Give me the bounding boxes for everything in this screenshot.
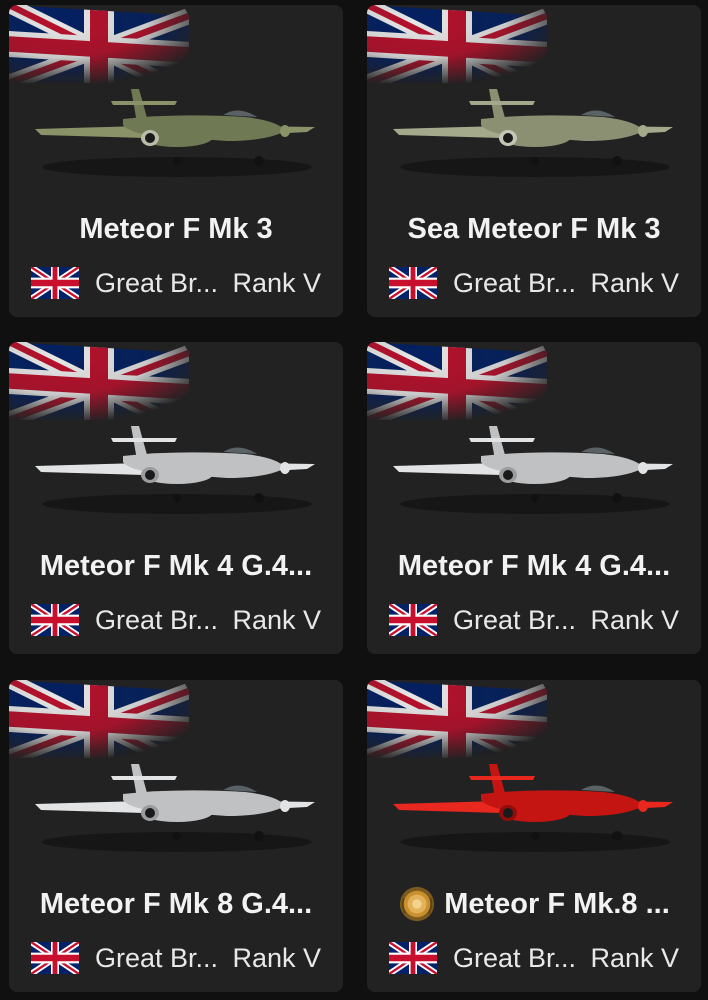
country-label: Great Br... [95, 604, 219, 635]
vehicle-title: Meteor F Mk 4 G.4... [9, 544, 343, 588]
country-banner-flag [9, 342, 189, 420]
rank-label: Rank V [590, 267, 679, 298]
vehicle-meta: Great Br... Rank V [389, 260, 679, 306]
vehicle-name: Meteor F Mk 4 G.4... [397, 549, 671, 582]
union-jack-icon [389, 267, 437, 299]
rank-label: Rank V [232, 267, 321, 298]
aircraft-image [393, 89, 673, 177]
union-jack-icon [389, 604, 437, 636]
country-label: Great Br... [453, 942, 577, 973]
vehicle-title: Meteor F Mk 3 [9, 207, 343, 251]
union-jack-icon [31, 604, 79, 636]
vehicle-card[interactable]: Meteor F Mk 8 G.4... Great Br... Rank V [9, 680, 343, 992]
rank-label: Rank V [232, 942, 321, 973]
country-banner-flag [9, 5, 189, 83]
union-jack-icon [31, 267, 79, 299]
rank-label: Rank V [232, 604, 321, 635]
vehicle-card[interactable]: Meteor F Mk 3 Great Br... Rank V [9, 5, 343, 317]
aircraft-image [35, 426, 315, 514]
vehicle-name: Sea Meteor F Mk 3 [407, 212, 661, 245]
country-banner-flag [367, 680, 547, 758]
vehicle-meta: Great Br... Rank V [389, 935, 679, 981]
vehicle-card[interactable]: Meteor F Mk.8 ... Great Br... Rank V [367, 680, 701, 992]
vehicle-grid: Meteor F Mk 3 Great Br... Rank V Sea Met… [0, 0, 708, 1000]
vehicle-title: Meteor F Mk.8 ... [367, 882, 701, 926]
country-label: Great Br... [95, 942, 219, 973]
union-jack-icon [389, 942, 437, 974]
union-jack-icon [31, 942, 79, 974]
vehicle-card[interactable]: Meteor F Mk 4 G.4... Great Br... Rank V [9, 342, 343, 654]
vehicle-name: Meteor F Mk 4 G.4... [39, 549, 313, 582]
country-banner-flag [9, 680, 189, 758]
vehicle-card[interactable]: Meteor F Mk 4 G.4... Great Br... Rank V [367, 342, 701, 654]
vehicle-title: Meteor F Mk 4 G.4... [367, 544, 701, 588]
aircraft-image [393, 426, 673, 514]
vehicle-title: Sea Meteor F Mk 3 [367, 207, 701, 251]
aircraft-image [35, 89, 315, 177]
vehicle-card[interactable]: Sea Meteor F Mk 3 Great Br... Rank V [367, 5, 701, 317]
rank-label: Rank V [590, 942, 679, 973]
rank-label: Rank V [590, 604, 679, 635]
gold-medal-icon [400, 886, 435, 922]
country-banner-flag [367, 342, 547, 420]
country-label: Great Br... [453, 604, 577, 635]
country-label: Great Br... [95, 267, 219, 298]
vehicle-meta: Great Br... Rank V [31, 935, 321, 981]
vehicle-name: Meteor F Mk.8 ... [444, 887, 670, 920]
country-banner-flag [367, 5, 547, 83]
vehicle-name: Meteor F Mk 3 [79, 212, 273, 245]
vehicle-title: Meteor F Mk 8 G.4... [9, 882, 343, 926]
vehicle-meta: Great Br... Rank V [31, 597, 321, 643]
aircraft-image [393, 764, 673, 852]
vehicle-name: Meteor F Mk 8 G.4... [39, 887, 313, 920]
vehicle-meta: Great Br... Rank V [31, 260, 321, 306]
aircraft-image [35, 764, 315, 852]
vehicle-meta: Great Br... Rank V [389, 597, 679, 643]
country-label: Great Br... [453, 267, 577, 298]
